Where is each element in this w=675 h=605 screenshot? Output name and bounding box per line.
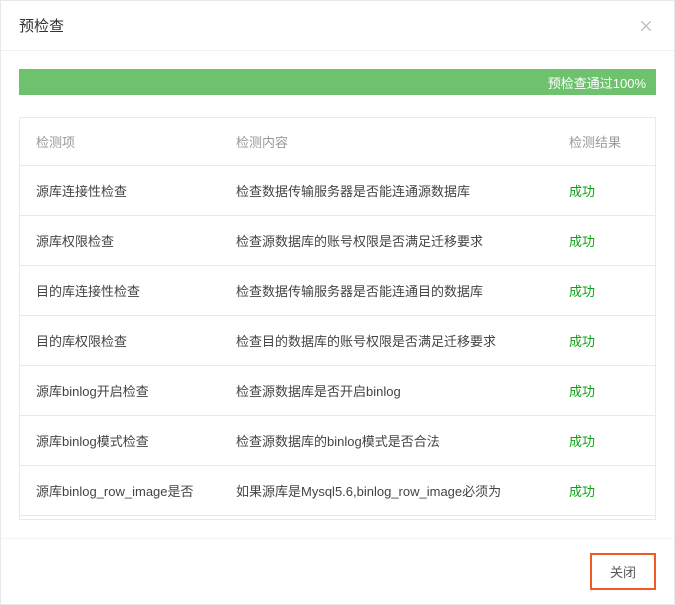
row-content: 检查目的数据库的账号权限是否满足迁移要求 xyxy=(236,331,569,350)
close-button[interactable]: 关闭 xyxy=(590,553,656,590)
table-row: 源库server_id检查检查源数据库是否设置server_id大于1成功 xyxy=(20,515,655,519)
dialog-title: 预检查 xyxy=(19,15,64,36)
row-item: 源库binlog_row_image是否 xyxy=(36,481,236,500)
row-content: 检查数据传输服务器是否能连通目的数据库 xyxy=(236,281,569,300)
row-content: 检查源数据库的账号权限是否满足迁移要求 xyxy=(236,231,569,250)
row-result: 成功 xyxy=(569,481,639,500)
row-result: 成功 xyxy=(569,381,639,400)
table-row: 源库权限检查检查源数据库的账号权限是否满足迁移要求成功 xyxy=(20,215,655,265)
row-item: 目的库权限检查 xyxy=(36,331,236,350)
row-item: 源库连接性检查 xyxy=(36,181,236,200)
dialog-footer: 关闭 xyxy=(1,538,674,604)
dialog-header: 预检查 xyxy=(1,1,674,51)
table-row: 源库binlog模式检查检查源数据库的binlog模式是否合法成功 xyxy=(20,415,655,465)
table-row: 源库连接性检查检查数据传输服务器是否能连通源数据库成功 xyxy=(20,165,655,215)
row-content: 检查源数据库的binlog模式是否合法 xyxy=(236,431,569,450)
row-content: 检查数据传输服务器是否能连通源数据库 xyxy=(236,181,569,200)
table-row: 目的库权限检查检查目的数据库的账号权限是否满足迁移要求成功 xyxy=(20,315,655,365)
dialog-body: 预检查通过100% 检测项 检测内容 检测结果 源库连接性检查检查数据传输服务器… xyxy=(1,51,674,538)
row-result: 成功 xyxy=(569,281,639,300)
check-table: 检测项 检测内容 检测结果 源库连接性检查检查数据传输服务器是否能连通源数据库成… xyxy=(19,117,656,520)
header-item: 检测项 xyxy=(36,132,236,151)
row-content: 检查源数据库是否开启binlog xyxy=(236,381,569,400)
table-row: 目的库连接性检查检查数据传输服务器是否能连通目的数据库成功 xyxy=(20,265,655,315)
progress-bar: 预检查通过100% xyxy=(19,69,656,95)
row-item: 源库binlog开启检查 xyxy=(36,381,236,400)
header-result: 检测结果 xyxy=(569,132,639,151)
header-content: 检测内容 xyxy=(236,132,569,151)
row-content: 如果源库是Mysql5.6,binlog_row_image必须为 xyxy=(236,481,569,500)
row-item: 目的库连接性检查 xyxy=(36,281,236,300)
row-result: 成功 xyxy=(569,431,639,450)
table-header: 检测项 检测内容 检测结果 xyxy=(20,118,655,165)
row-item: 源库binlog模式检查 xyxy=(36,431,236,450)
progress-text: 预检查通过100% xyxy=(548,73,646,92)
table-body[interactable]: 源库连接性检查检查数据传输服务器是否能连通源数据库成功源库权限检查检查源数据库的… xyxy=(20,165,655,519)
row-result: 成功 xyxy=(569,331,639,350)
row-result: 成功 xyxy=(569,231,639,250)
row-item: 源库权限检查 xyxy=(36,231,236,250)
precheck-dialog: 预检查 预检查通过100% 检测项 检测内容 检测结果 源库连接性检查检查数据传… xyxy=(0,0,675,605)
row-result: 成功 xyxy=(569,181,639,200)
table-row: 源库binlog_row_image是否如果源库是Mysql5.6,binlog… xyxy=(20,465,655,515)
close-icon[interactable] xyxy=(636,16,656,36)
table-row: 源库binlog开启检查检查源数据库是否开启binlog成功 xyxy=(20,365,655,415)
